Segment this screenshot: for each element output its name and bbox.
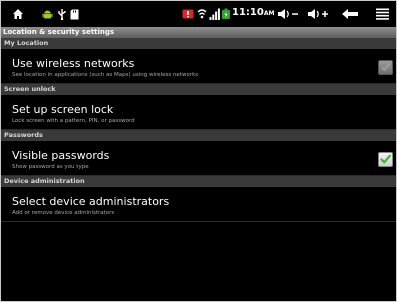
visible-passwords-checkbox[interactable]: [378, 152, 393, 167]
wireless-networks-checkbox[interactable]: [378, 60, 393, 75]
setting-title: Visible passwords: [12, 149, 110, 162]
setting-summary: Show password as you type: [12, 164, 89, 170]
volume-down-icon[interactable]: [277, 6, 299, 22]
settings-list: My Location Use wireless networks See lo…: [1, 38, 396, 222]
setting-summary: See location in applications (such as Ma…: [12, 72, 199, 78]
home-icon[interactable]: [11, 6, 25, 22]
section-header-passwords: Passwords: [1, 130, 396, 141]
wifi-icon: [197, 6, 207, 22]
battery-icon: [221, 6, 231, 22]
sd-card-icon: [69, 6, 79, 22]
clock: 11:10AM: [232, 7, 275, 18]
section-header-screen-unlock: Screen unlock: [1, 84, 396, 95]
volume-up-icon[interactable]: [307, 6, 329, 22]
page-title: Location & security settings: [3, 28, 115, 36]
usb-icon: [57, 6, 67, 22]
section-header-my-location: My Location: [1, 38, 396, 49]
setting-set-up-screen-lock[interactable]: Set up screen lock Lock screen with a pa…: [1, 95, 396, 130]
menu-icon[interactable]: [375, 6, 389, 22]
setting-select-device-administrators[interactable]: Select device administrators Add or remo…: [1, 187, 396, 222]
setting-summary: Add or remove device administrators: [12, 210, 115, 216]
warning-icon: [182, 6, 194, 22]
setting-title: Set up screen lock: [12, 103, 114, 116]
setting-use-wireless-networks[interactable]: Use wireless networks See location in ap…: [1, 49, 396, 84]
setting-title: Select device administrators: [12, 195, 170, 208]
screen: 11:10AM Location & security settings My …: [0, 0, 397, 302]
android-icon: [41, 6, 53, 22]
section-header-device-administration: Device administration: [1, 176, 396, 187]
setting-visible-passwords[interactable]: Visible passwords Show password as you t…: [1, 141, 396, 176]
signal-icon: [209, 6, 220, 22]
app-title-bar: Location & security settings: [1, 27, 396, 38]
back-icon[interactable]: [341, 6, 359, 22]
setting-title: Use wireless networks: [12, 57, 135, 70]
status-bar: 11:10AM: [1, 1, 396, 27]
setting-summary: Lock screen with a pattern, PIN, or pass…: [12, 118, 135, 124]
